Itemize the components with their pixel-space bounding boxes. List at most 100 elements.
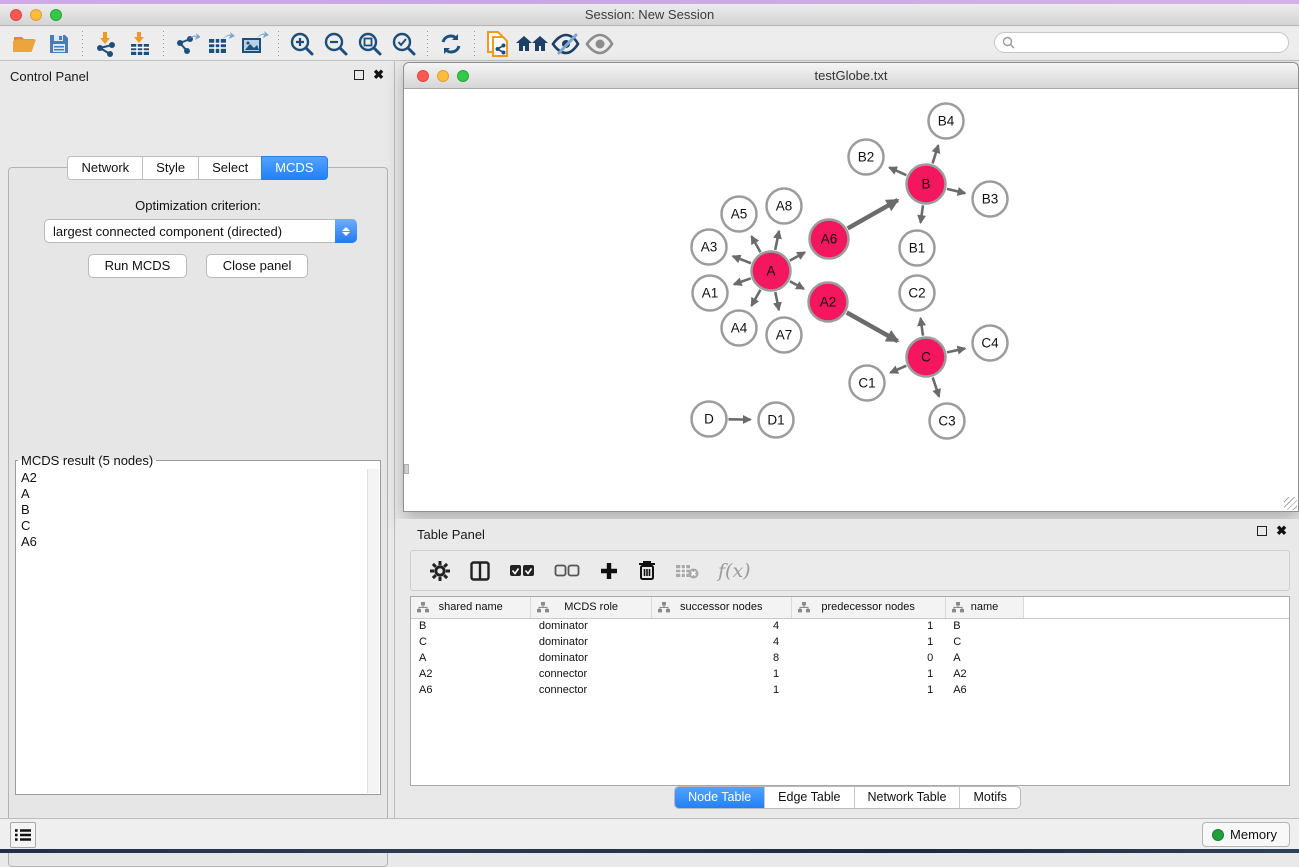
- graph-node-B3[interactable]: B3: [973, 182, 1008, 217]
- graph-edge-C-C1[interactable]: [890, 366, 906, 373]
- save-session-icon[interactable]: [42, 29, 76, 59]
- graph-node-A6[interactable]: A6: [810, 220, 849, 259]
- table-cell[interactable]: C: [411, 634, 531, 650]
- graph-edge-B-B3[interactable]: [947, 189, 965, 193]
- graph-edge-A-A8[interactable]: [775, 231, 779, 250]
- table-float-panel-icon[interactable]: [1257, 526, 1267, 536]
- graph-node-C4[interactable]: C4: [973, 326, 1008, 361]
- table-cell[interactable]: 1: [791, 634, 945, 650]
- table-cell[interactable]: 1: [651, 666, 791, 682]
- column-header-successor-nodes[interactable]: successor nodes: [651, 597, 791, 618]
- close-panel-button[interactable]: Close panel: [206, 254, 309, 278]
- table-cell[interactable]: 1: [791, 666, 945, 682]
- control-tab-select[interactable]: Select: [198, 156, 261, 180]
- memory-button[interactable]: Memory: [1202, 822, 1290, 847]
- table-tab-motifs[interactable]: Motifs: [960, 787, 1019, 808]
- import-table-icon[interactable]: [123, 29, 157, 59]
- graph-node-A4[interactable]: A4: [722, 311, 757, 346]
- delete-column-icon[interactable]: [638, 557, 656, 585]
- table-cell[interactable]: 0: [791, 650, 945, 666]
- hide-selected-icon[interactable]: [549, 29, 583, 59]
- run-mcds-button[interactable]: Run MCDS: [88, 254, 188, 278]
- table-cell[interactable]: A: [945, 650, 1024, 666]
- column-header-MCDS-role[interactable]: MCDS role: [531, 597, 652, 618]
- show-all-icon[interactable]: [583, 29, 617, 59]
- criterion-select[interactable]: largest connected component (directed): [44, 219, 357, 243]
- graph-edge-A-A3[interactable]: [733, 256, 751, 263]
- add-column-icon[interactable]: [599, 557, 619, 585]
- column-header-name[interactable]: name: [945, 597, 1024, 618]
- task-history-button[interactable]: [10, 822, 36, 848]
- table-close-panel-icon[interactable]: ✖: [1276, 524, 1287, 537]
- table-cell[interactable]: dominator: [531, 650, 652, 666]
- panel-grip[interactable]: [404, 464, 409, 474]
- graph-node-B4[interactable]: B4: [929, 104, 964, 139]
- zoom-fit-icon[interactable]: [353, 29, 387, 59]
- graph-edge-A6-B[interactable]: [848, 200, 898, 228]
- graph-edge-B-B4[interactable]: [933, 145, 939, 163]
- float-panel-icon[interactable]: [354, 70, 364, 80]
- table-cell[interactable]: connector: [531, 666, 652, 682]
- table-cell[interactable]: dominator: [531, 634, 652, 650]
- import-network-icon[interactable]: [89, 29, 123, 59]
- graph-node-A5[interactable]: A5: [722, 197, 757, 232]
- graph-edge-A-A1[interactable]: [734, 278, 751, 284]
- refresh-icon[interactable]: [434, 29, 468, 59]
- table-row[interactable]: A2connector11A2: [411, 666, 1289, 682]
- graph-node-B[interactable]: B: [907, 165, 946, 204]
- network-canvas[interactable]: AA1A2A3A4A5A6A7A8BB1B2B3B4CC1C2C3C4DD1: [404, 89, 1298, 511]
- graph-edge-A2-C[interactable]: [847, 313, 898, 342]
- table-cell[interactable]: A6: [945, 682, 1024, 698]
- close-panel-icon[interactable]: ✖: [373, 68, 384, 81]
- search-field[interactable]: [994, 32, 1289, 53]
- table-cell[interactable]: B: [411, 618, 531, 634]
- graph-node-A7[interactable]: A7: [767, 318, 802, 353]
- column-header-predecessor-nodes[interactable]: predecessor nodes: [791, 597, 945, 618]
- graph-node-C2[interactable]: C2: [900, 276, 935, 311]
- table-row[interactable]: A6connector11A6: [411, 682, 1289, 698]
- table-row[interactable]: Adominator80A: [411, 650, 1289, 666]
- export-image-icon[interactable]: [238, 29, 272, 59]
- open-session-icon[interactable]: [8, 29, 42, 59]
- graph-node-A[interactable]: A: [752, 252, 791, 291]
- graph-node-D1[interactable]: D1: [759, 403, 794, 438]
- graph-node-D[interactable]: D: [692, 402, 727, 437]
- table-cell[interactable]: 8: [651, 650, 791, 666]
- graph-node-B2[interactable]: B2: [849, 140, 884, 175]
- select-all-columns-icon[interactable]: [509, 557, 535, 585]
- graph-node-A8[interactable]: A8: [767, 189, 802, 224]
- graph-node-C[interactable]: C: [907, 338, 946, 377]
- graph-edge-C-C4[interactable]: [947, 348, 965, 352]
- table-cell[interactable]: C: [945, 634, 1024, 650]
- zoom-in-icon[interactable]: [285, 29, 319, 59]
- unselect-all-columns-icon[interactable]: [554, 557, 580, 585]
- graph-node-B1[interactable]: B1: [900, 231, 935, 266]
- table-cell[interactable]: B: [945, 618, 1024, 634]
- table-options-gear-icon[interactable]: [429, 557, 451, 585]
- graph-edge-A-A5[interactable]: [751, 236, 760, 252]
- table-tab-edge-table[interactable]: Edge Table: [765, 787, 854, 808]
- graph-edge-A-A4[interactable]: [751, 290, 760, 306]
- zoom-selected-icon[interactable]: [387, 29, 421, 59]
- export-table-icon[interactable]: [204, 29, 238, 59]
- table-tab-node-table[interactable]: Node Table: [675, 787, 765, 808]
- split-view-icon[interactable]: [470, 557, 490, 585]
- graph-node-C3[interactable]: C3: [930, 404, 965, 439]
- window-resize-grip[interactable]: [1284, 497, 1297, 510]
- delete-table-icon[interactable]: [675, 557, 699, 585]
- control-tab-network[interactable]: Network: [67, 156, 142, 180]
- column-header-shared-name[interactable]: shared name: [411, 597, 531, 618]
- mcds-list-scrollbar[interactable]: [367, 469, 379, 793]
- table-row[interactable]: Cdominator41C: [411, 634, 1289, 650]
- graph-edge-C-C3[interactable]: [933, 377, 939, 396]
- zoom-out-icon[interactable]: [319, 29, 353, 59]
- mcds-result-list[interactable]: A2ABCA6: [18, 470, 366, 792]
- graph-node-A2[interactable]: A2: [809, 283, 848, 322]
- table-cell[interactable]: A2: [945, 666, 1024, 682]
- table-cell[interactable]: A2: [411, 666, 531, 682]
- graph-node-C1[interactable]: C1: [850, 366, 885, 401]
- search-input[interactable]: [1020, 36, 1288, 50]
- control-tab-style[interactable]: Style: [142, 156, 198, 180]
- table-cell[interactable]: A6: [411, 682, 531, 698]
- graph-node-A3[interactable]: A3: [692, 230, 727, 265]
